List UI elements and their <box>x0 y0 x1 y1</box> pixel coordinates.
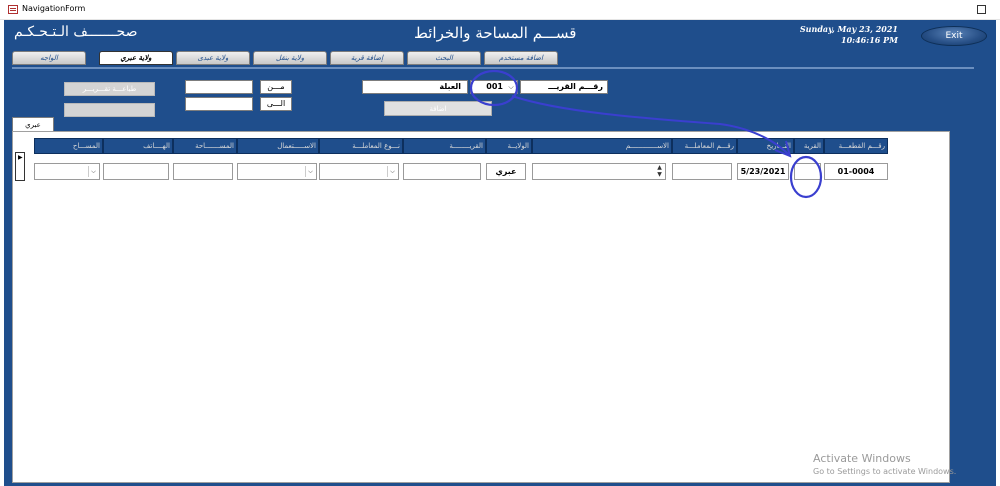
col-usage: الاســـــتعمال <box>237 138 319 154</box>
col-plot-number: رقـــم القطعـــة <box>824 138 888 154</box>
department-title: قســـم المساحة والخرائط <box>414 24 577 42</box>
tab-wilayat-ibri[interactable]: ولاية عبري <box>99 51 173 65</box>
plot-number-cell[interactable]: 01-0004 <box>824 163 888 180</box>
col-village: القرية <box>794 138 824 154</box>
transaction-number-cell[interactable] <box>672 163 732 180</box>
col-village-name: القريــــــــة <box>403 138 486 154</box>
exit-button[interactable]: Exit <box>921 26 987 46</box>
add-button[interactable]: اضافة <box>384 101 492 116</box>
activate-windows-watermark: Activate Windows Go to Settings to activ… <box>813 452 956 476</box>
name-cell[interactable]: ▲ ▼ <box>532 163 666 180</box>
usage-combo[interactable]: ⌵ <box>237 163 317 180</box>
subform-tab-ibri[interactable]: عبري <box>12 117 54 132</box>
tab-add-village[interactable]: إضافة قرية <box>330 51 404 65</box>
village-cell[interactable] <box>794 163 821 180</box>
surveyor-combo[interactable]: ⌵ <box>34 163 100 180</box>
from-date-input[interactable] <box>185 80 253 94</box>
tab-wilayat-abdi[interactable]: ولاية عبدى <box>176 51 250 65</box>
chevron-down-icon[interactable]: ⌵ <box>506 82 516 92</box>
area-cell[interactable] <box>173 163 233 180</box>
window-title: NavigationForm <box>22 4 86 13</box>
nav-divider <box>12 67 974 69</box>
title-bar: NavigationForm <box>0 0 1000 20</box>
maximize-icon[interactable] <box>977 5 986 14</box>
col-wilayat: الولايــة <box>486 138 532 154</box>
col-date: التـــاريخ <box>737 138 794 154</box>
village-code-value: 001 <box>486 82 503 91</box>
navigation-form-window: NavigationForm صحـــــــف الـتـحـكـم قسـ… <box>0 0 1000 486</box>
tab-home[interactable]: الواجه <box>12 51 86 65</box>
phone-cell[interactable] <box>103 163 169 180</box>
watermark-subtitle: Go to Settings to activate Windows. <box>813 467 957 476</box>
form-body: صحـــــــف الـتـحـكـم قســـم المساحة وال… <box>4 20 996 486</box>
watermark-title: Activate Windows <box>813 452 911 465</box>
scroll-arrows-icon[interactable]: ▲ ▼ <box>655 164 664 179</box>
col-phone: الهــــاتف <box>103 138 173 154</box>
current-record-icon: ▶ <box>18 154 23 161</box>
col-transaction-type: نـــوع المعاملـــة <box>319 138 403 154</box>
village-name-field[interactable]: العبلة <box>362 80 468 94</box>
chevron-down-icon[interactable]: ⌵ <box>88 166 98 177</box>
village-name-cell[interactable] <box>403 163 481 180</box>
village-code-combo[interactable]: 001 ⌵ <box>470 80 518 94</box>
col-area: المســـــــاحة <box>173 138 237 154</box>
print-report-button[interactable]: طباعـــة تقـــريـــر <box>64 82 155 96</box>
transaction-type-combo[interactable]: ⌵ <box>319 163 399 180</box>
chevron-down-icon[interactable]: ⌵ <box>387 166 397 177</box>
records-subform: ▶ رقـــم القطعـــة القرية التـــاريخ رقـ… <box>12 131 950 483</box>
village-name-value: العبلة <box>439 82 461 91</box>
current-date: Sunday, May 23, 2021 <box>799 24 898 34</box>
form-icon <box>8 5 18 14</box>
col-surveyor: المســـاح <box>34 138 103 154</box>
report-option-field[interactable] <box>64 103 155 117</box>
col-name: الاســـــــــــــم <box>532 138 672 154</box>
to-date-input[interactable] <box>185 97 253 111</box>
wilayat-cell[interactable]: عبري <box>486 163 526 180</box>
control-panel-title: صحـــــــف الـتـحـكـم <box>14 24 138 40</box>
record-selector[interactable]: ▶ <box>15 152 25 181</box>
current-time: 10:46:16 PM <box>841 35 898 45</box>
col-transaction-number: رقـــم المعاملـــة <box>672 138 737 154</box>
date-cell[interactable]: 5/23/2021 <box>737 163 789 180</box>
navigation-tabs: اضافة مستخدم البحث إضافة قرية ولاية بنقل… <box>12 51 972 65</box>
tab-add-user[interactable]: اضافة مستخدم <box>484 51 558 65</box>
tab-search[interactable]: البحث <box>407 51 481 65</box>
to-label: الـــى <box>260 97 292 111</box>
from-label: مـــن <box>260 80 292 94</box>
chevron-down-icon[interactable]: ⌵ <box>305 166 315 177</box>
tab-wilayat-bnql[interactable]: ولاية بنقل <box>253 51 327 65</box>
datetime-display: Sunday, May 23, 2021 10:46:16 PM <box>794 24 898 46</box>
plot-number-label: رقـــم القريـــ <box>520 80 608 94</box>
